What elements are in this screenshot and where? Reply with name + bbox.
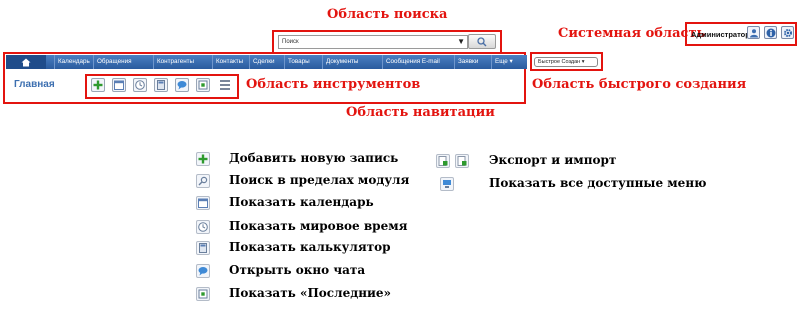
chat-icon[interactable] <box>175 78 189 92</box>
chat-icon <box>196 264 210 278</box>
gear-icon[interactable] <box>781 26 794 39</box>
nav-item-contacts[interactable]: Контакты <box>212 55 243 69</box>
calculator-icon <box>196 241 210 255</box>
legend-export-import: Экспорт и импорт <box>489 153 617 167</box>
search-icon <box>477 37 487 47</box>
legend-show-calendar: Показать календарь <box>229 195 374 209</box>
legend-add-record: Добавить новую запись <box>229 151 399 165</box>
calculator-icon[interactable] <box>154 78 168 92</box>
search-icon <box>196 174 210 188</box>
legend-recent: Показать «Последние» <box>229 286 392 300</box>
legend-calculator: Показать калькулятор <box>229 240 391 254</box>
dropdown-arrow-icon[interactable]: ▼ <box>457 36 465 48</box>
navigation-area-callout: Область навитации <box>346 105 495 120</box>
quick-create-callout: Область быстрого создания <box>532 77 747 92</box>
search-area-callout: Область поиска <box>327 7 448 22</box>
user-name[interactable]: Администратор <box>691 30 750 39</box>
user-icon[interactable] <box>747 26 760 39</box>
nav-item-accounts[interactable]: Контрагенты <box>153 55 194 69</box>
calendar-icon[interactable] <box>112 78 126 92</box>
nav-item-documents[interactable]: Документы <box>322 55 358 69</box>
import-icon <box>436 154 450 168</box>
recent-icon <box>196 287 210 301</box>
nav-item-emails[interactable]: Сообщения E-mail <box>382 55 440 69</box>
module-navbar: Календарь Обращения Контрагенты Контакты… <box>6 55 527 69</box>
legend-chat: Открыть окно чата <box>229 263 366 277</box>
legend-module-search: Поиск в пределах модуля <box>229 173 410 187</box>
export-icon <box>455 154 469 168</box>
clock-icon[interactable] <box>133 78 147 92</box>
quick-create-dropdown[interactable]: Быстрое Создан ▾ <box>534 57 598 67</box>
nav-item-requests[interactable]: Заявки <box>454 55 478 69</box>
menu-icon <box>440 177 454 191</box>
nav-item-deals[interactable]: Сделки <box>249 55 274 69</box>
search-placeholder: Поиск <box>282 39 299 45</box>
info-icon[interactable] <box>764 26 777 39</box>
legend-world-time: Показать мировое время <box>229 219 408 233</box>
recent-icon[interactable] <box>196 78 210 92</box>
nav-item-products[interactable]: Товары <box>284 55 310 69</box>
home-icon <box>21 58 31 66</box>
legend-all-menus: Показать все доступные меню <box>489 176 707 190</box>
search-button[interactable] <box>468 34 496 49</box>
menu-icon[interactable] <box>218 78 232 92</box>
calendar-icon <box>196 196 210 210</box>
breadcrumb-home[interactable]: Главная <box>14 79 55 90</box>
search-input[interactable]: Поиск ▼ <box>278 35 468 49</box>
clock-icon <box>196 220 210 234</box>
add-icon[interactable] <box>91 78 105 92</box>
nav-home-button[interactable] <box>6 55 46 69</box>
add-icon <box>196 152 210 166</box>
system-area-callout: Системная область <box>558 26 706 41</box>
nav-item-more[interactable]: Еще ▾ <box>491 55 513 69</box>
nav-item-calendar[interactable]: Календарь <box>54 55 90 69</box>
nav-item-cases[interactable]: Обращения <box>93 55 132 69</box>
